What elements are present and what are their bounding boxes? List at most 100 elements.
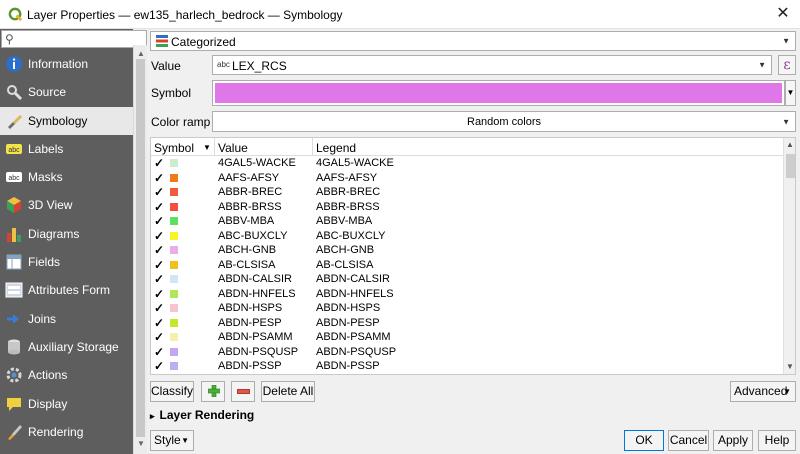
table-row[interactable]: ✓ ABCH-GNB ABCH-GNB [151,243,783,258]
category-legend[interactable]: ABDN-PESP [316,317,380,329]
symbol-swatch[interactable] [170,347,178,356]
checkbox[interactable]: ✓ [154,330,164,344]
symbol-swatch[interactable] [170,246,178,254]
table-row[interactable]: ✓ 4GAL5-WACKE 4GAL5-WACKE [151,156,783,171]
symbol-swatch[interactable] [170,231,178,240]
table-row[interactable]: ✓ ABC-BUXCLY ABC-BUXCLY [151,229,783,244]
checkbox[interactable]: ✓ [154,301,164,315]
checkbox[interactable]: ✓ [154,171,164,185]
checkbox[interactable]: ✓ [154,287,164,301]
table-row[interactable]: ✓ AAFS-AFSY AAFS-AFSY [151,171,783,186]
symbol-button[interactable] [212,80,785,106]
symbol-swatch[interactable] [170,217,178,225]
table-scrollbar[interactable]: ▲ ▼ [783,138,795,374]
checkbox[interactable]: ✓ [154,156,164,170]
checkbox[interactable]: ✓ [154,316,164,330]
cancel-button[interactable]: Cancel [668,430,709,451]
symbol-swatch[interactable] [170,318,178,327]
category-legend[interactable]: ABBV-MBA [316,215,372,227]
layer-rendering-section[interactable]: ▸ Layer Rendering [150,408,254,422]
symbol-swatch[interactable] [170,333,178,341]
symbol-menu-button[interactable]: ▼ [785,80,796,106]
sidebar-item-auxiliary-storage[interactable]: Auxiliary Storage [0,333,133,361]
symbol-swatch[interactable] [170,188,178,196]
table-row[interactable]: ✓ ABBR-BRSS ABBR-BRSS [151,200,783,215]
column-header-legend[interactable]: Legend [316,141,356,155]
symbol-swatch[interactable] [170,202,178,211]
table-row[interactable]: ✓ ABDN-CALSIR ABDN-CALSIR [151,272,783,287]
table-row[interactable]: ✓ ABDN-HNFELS ABDN-HNFELS [151,287,783,302]
scroll-down-icon[interactable]: ▼ [137,439,145,448]
color-ramp-select[interactable]: Random colors ▼ [212,111,796,132]
table-row[interactable]: ✓ ABDN-HSPS ABDN-HSPS [151,301,783,316]
symbol-swatch[interactable] [170,260,178,269]
category-legend[interactable]: ABCH-GNB [316,244,374,256]
checkbox[interactable]: ✓ [154,229,164,243]
checkbox[interactable]: ✓ [154,272,164,286]
checkbox[interactable]: ✓ [154,345,164,359]
column-header-value[interactable]: Value [218,141,248,155]
advanced-button[interactable]: Advanced ▼ [730,381,796,402]
checkbox[interactable]: ✓ [154,258,164,272]
category-legend[interactable]: ABDN-HSPS [316,302,380,314]
category-legend[interactable]: AB-CLSISA [316,259,373,271]
scrollbar-thumb[interactable] [136,59,145,437]
category-legend[interactable]: ABDN-CALSIR [316,273,390,285]
scroll-down-icon[interactable]: ▼ [786,362,794,371]
column-header-symbol[interactable]: Symbol [154,141,194,155]
table-row[interactable]: ✓ ABDN-PESP ABDN-PESP [151,316,783,331]
category-legend[interactable]: ABBR-BREC [316,186,380,198]
add-category-button[interactable] [201,381,225,402]
table-row[interactable]: ✓ ABBR-BREC ABBR-BREC [151,185,783,200]
table-row[interactable]: ✓ ABBV-MBA ABBV-MBA [151,214,783,229]
sidebar-item-information[interactable]: Information [0,50,133,78]
category-legend[interactable]: ABDN-PSQUSP [316,346,396,358]
category-legend[interactable]: ABDN-PSSP [316,360,380,372]
category-legend[interactable]: ABDN-HNFELS [316,288,394,300]
table-row[interactable]: ✓ ABDN-PSSP ABDN-PSSP [151,359,783,374]
category-legend[interactable]: AAFS-AFSY [316,172,377,184]
sidebar-item-joins[interactable]: Joins [0,305,133,333]
sidebar-item-3d-view[interactable]: 3D View [0,191,133,219]
category-legend[interactable]: ABDN-PSAMM [316,331,391,343]
sidebar-item-rendering[interactable]: Rendering [0,418,133,446]
remove-category-button[interactable] [231,381,255,402]
checkbox[interactable]: ✓ [154,243,164,257]
symbol-swatch[interactable] [170,289,178,298]
symbol-swatch[interactable] [170,304,178,312]
sidebar-item-symbology[interactable]: Symbology [0,106,133,135]
sidebar-item-fields[interactable]: Fields [0,248,133,276]
search-input[interactable]: ⚲ [1,30,147,48]
symbol-swatch[interactable] [170,362,178,370]
value-field-select[interactable]: abc LEX_RCS ▼ [212,55,772,75]
category-legend[interactable]: 4GAL5-WACKE [316,157,394,169]
scroll-up-icon[interactable]: ▲ [137,49,145,58]
symbol-swatch[interactable] [170,173,178,182]
sidebar-item-actions[interactable]: Actions [0,361,133,389]
symbol-swatch[interactable] [170,275,178,283]
table-row[interactable]: ✓ ABDN-PSQUSP ABDN-PSQUSP [151,345,783,360]
category-legend[interactable]: ABC-BUXCLY [316,230,385,242]
sidebar-item-display[interactable]: Display [0,390,133,418]
sidebar-item-masks[interactable]: abc Masks [0,163,133,191]
sidebar-scrollbar[interactable]: ▲ ▼ [133,45,147,454]
apply-button[interactable]: Apply [713,430,753,451]
table-row[interactable]: ✓ AB-CLSISA AB-CLSISA [151,258,783,273]
sidebar-item-attributes-form[interactable]: Attributes Form [0,276,133,304]
expression-button[interactable]: ε [778,55,796,75]
checkbox[interactable]: ✓ [154,214,164,228]
style-button[interactable]: Style ▼ [150,430,194,451]
table-row[interactable]: ✓ ABDN-PSAMM ABDN-PSAMM [151,330,783,345]
checkbox[interactable]: ✓ [154,185,164,199]
close-icon[interactable]: ✕ [770,2,796,26]
sidebar-item-diagrams[interactable]: Diagrams [0,220,133,248]
delete-all-button[interactable]: Delete All [261,381,315,402]
category-legend[interactable]: ABBR-BRSS [316,201,380,213]
classify-button[interactable]: Classify [150,381,194,402]
scroll-up-icon[interactable]: ▲ [786,140,794,149]
renderer-type-select[interactable]: Categorized ▼ [150,31,796,51]
checkbox[interactable]: ✓ [154,200,164,214]
sidebar-item-labels[interactable]: abc Labels [0,135,133,163]
sidebar-item-source[interactable]: Source [0,78,133,106]
scrollbar-thumb[interactable] [786,154,795,178]
